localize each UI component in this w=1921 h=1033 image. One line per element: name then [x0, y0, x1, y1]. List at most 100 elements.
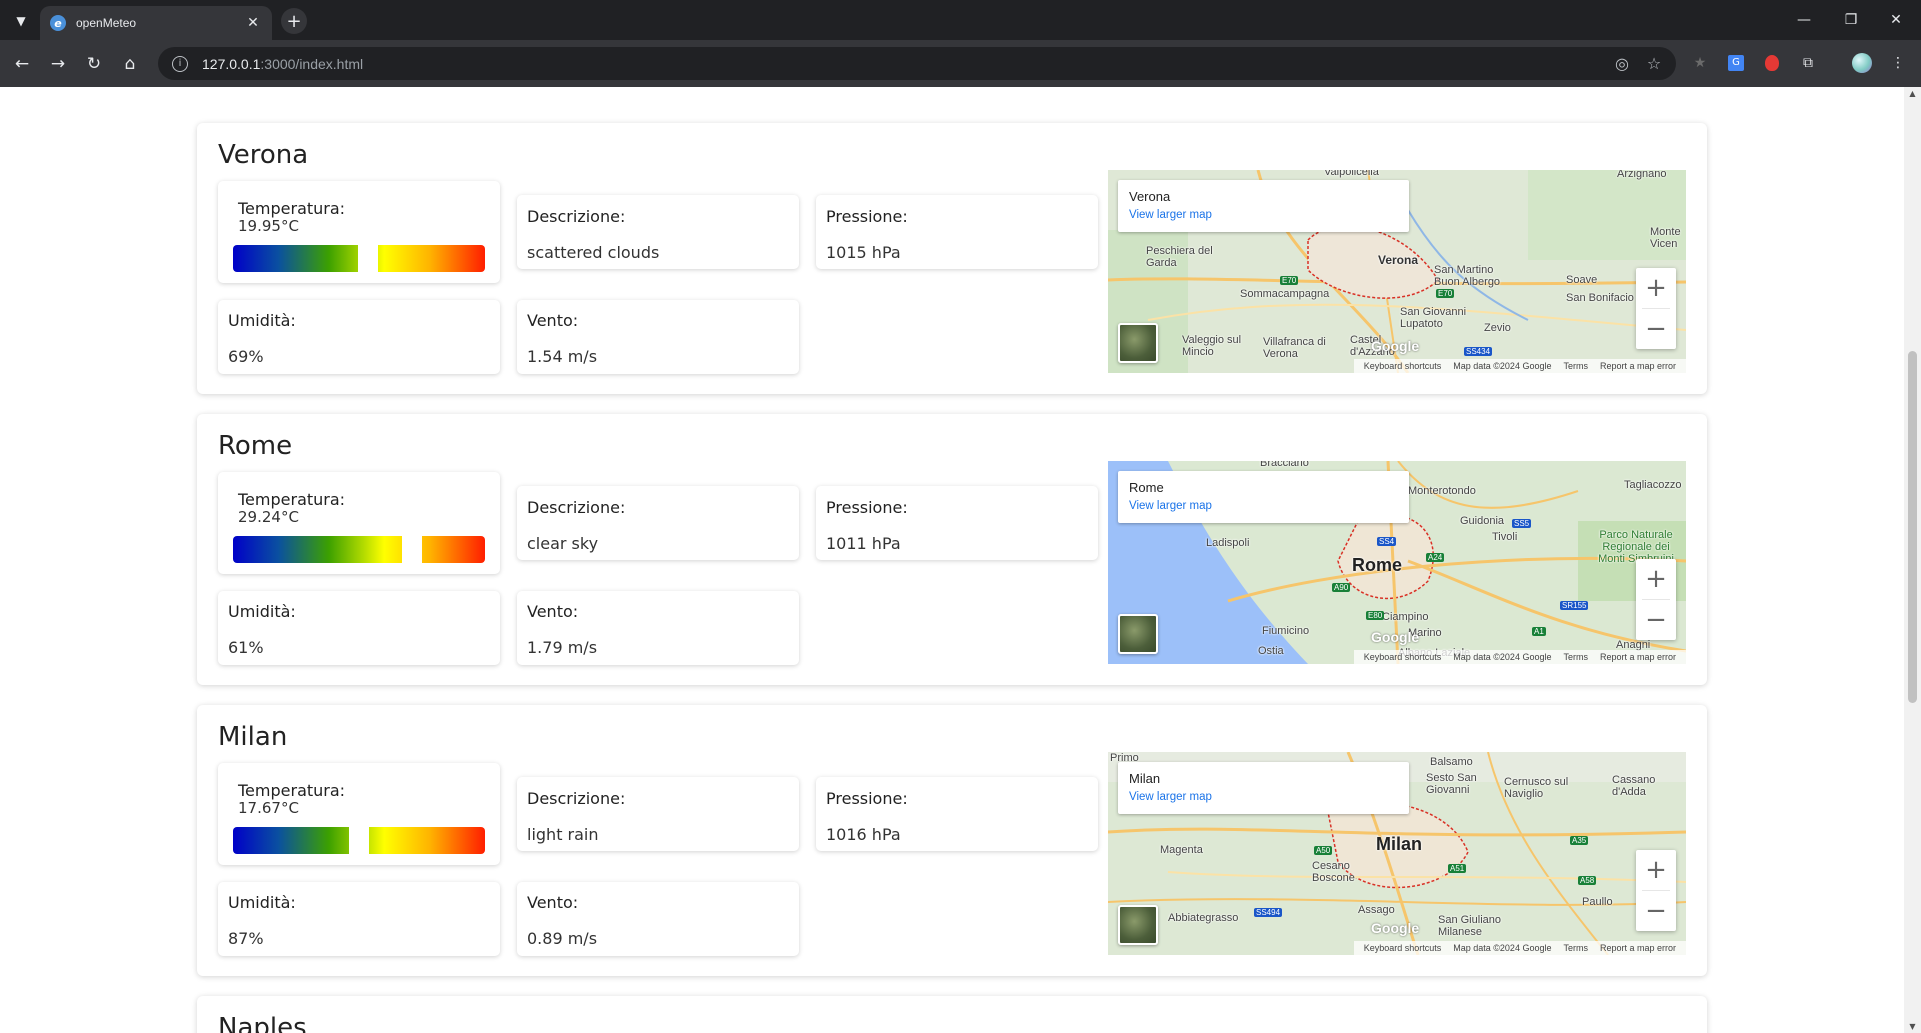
map-embed[interactable]: Bracciano Monterotondo Tagliacozzo Guido…	[1108, 461, 1686, 664]
city-name: Verona	[218, 140, 309, 170]
zoom-out-button[interactable]: −	[1636, 309, 1676, 349]
map-label: Peschiera del Garda	[1146, 245, 1213, 269]
zoom-in-button[interactable]: +	[1636, 559, 1676, 599]
description-value: light rain	[527, 825, 599, 844]
humidity-card: Umidità: 87%	[218, 882, 500, 956]
tab-title: openMeteo	[76, 16, 137, 30]
map-label: Monte Vicen	[1650, 226, 1681, 250]
profile-avatar[interactable]	[1849, 50, 1875, 76]
keyboard-shortcuts-link[interactable]: Keyboard shortcuts	[1364, 361, 1442, 371]
tab-close-icon[interactable]: ✕	[244, 15, 262, 31]
road-shield: SS494	[1254, 908, 1283, 917]
scroll-up-arrow-icon[interactable]: ▲	[1908, 89, 1917, 98]
pressure-label: Pressione:	[826, 789, 908, 808]
scroll-down-arrow-icon[interactable]: ▼	[1908, 1022, 1917, 1031]
wind-value: 0.89 m/s	[527, 929, 598, 948]
scrollbar-thumb[interactable]	[1908, 351, 1917, 703]
humidity-value: 61%	[228, 638, 264, 657]
reload-icon[interactable]: ↻	[80, 50, 108, 78]
city-card-naples: Naples	[197, 996, 1707, 1033]
road-shield: SS434	[1464, 347, 1493, 356]
temperature-marker	[402, 533, 422, 566]
map-zoom-control: + −	[1636, 559, 1676, 640]
tab-search-chevron-icon[interactable]: ▼	[8, 8, 34, 34]
view-larger-map-link[interactable]: View larger map	[1129, 791, 1212, 803]
star-extension-icon[interactable]: ★	[1687, 50, 1713, 76]
back-arrow-icon[interactable]: ←	[8, 50, 36, 78]
pressure-value: 1016 hPa	[826, 825, 901, 844]
report-error-link[interactable]: Report a map error	[1600, 652, 1676, 662]
map-embed[interactable]: Valpolicella Arzignano Monte Vicen Pesch…	[1108, 170, 1686, 373]
address-bar[interactable]: i 127.0.0.1:3000/index.html ◎ ☆	[158, 47, 1676, 80]
temperature-label: Temperatura:	[238, 199, 346, 218]
menu-kebab-icon[interactable]: ⋮	[1885, 50, 1911, 76]
zoom-in-button[interactable]: +	[1636, 268, 1676, 308]
wind-card: Vento: 1.79 m/s	[517, 591, 799, 665]
home-icon[interactable]: ⌂	[116, 50, 144, 78]
map-footer: Keyboard shortcuts Map data ©2024 Google…	[1353, 650, 1686, 664]
zoom-in-button[interactable]: +	[1636, 850, 1676, 890]
report-error-link[interactable]: Report a map error	[1600, 943, 1676, 953]
humidity-card: Umidità: 69%	[218, 300, 500, 374]
forward-arrow-icon[interactable]: →	[44, 50, 72, 78]
new-tab-button[interactable]: +	[281, 8, 307, 34]
zoom-out-button[interactable]: −	[1636, 600, 1676, 640]
terms-link[interactable]: Terms	[1563, 652, 1588, 662]
map-zoom-control: + −	[1636, 850, 1676, 931]
description-card: Descrizione: light rain	[517, 777, 799, 851]
description-label: Descrizione:	[527, 498, 626, 517]
map-place-card: Milan View larger map	[1118, 762, 1409, 814]
map-label: Sesto San Giovanni	[1426, 772, 1477, 796]
map-place-name: Milan	[1129, 771, 1161, 786]
keyboard-shortcuts-link[interactable]: Keyboard shortcuts	[1364, 652, 1442, 662]
map-label: San Martino Buon Albergo	[1434, 264, 1501, 288]
map-zoom-control: + −	[1636, 268, 1676, 349]
zoom-out-button[interactable]: −	[1636, 891, 1676, 931]
keyboard-shortcuts-link[interactable]: Keyboard shortcuts	[1364, 943, 1442, 953]
city-card-milan: Milan Temperatura: 17.67°C Descrizione: …	[197, 705, 1707, 976]
city-name: Naples	[218, 1013, 307, 1033]
map-data-attribution: Map data ©2024 Google	[1453, 361, 1552, 371]
report-error-link[interactable]: Report a map error	[1600, 361, 1676, 371]
site-info-icon[interactable]: i	[172, 55, 188, 72]
bookmark-star-icon[interactable]: ☆	[1642, 54, 1666, 73]
red-extension-icon[interactable]	[1759, 50, 1785, 76]
terms-link[interactable]: Terms	[1563, 361, 1588, 371]
map-label: Monterotondo	[1408, 485, 1476, 497]
terms-link[interactable]: Terms	[1563, 943, 1588, 953]
puzzle-extensions-icon[interactable]: ⧉	[1795, 50, 1821, 76]
wind-label: Vento:	[527, 893, 579, 912]
road-shield: E70	[1436, 289, 1455, 298]
map-data-attribution: Map data ©2024 Google	[1453, 652, 1552, 662]
satellite-toggle-button[interactable]	[1118, 614, 1158, 654]
map-label: Fiumicino	[1262, 625, 1310, 637]
wind-value: 1.79 m/s	[527, 638, 598, 657]
road-shield: SS5	[1512, 519, 1532, 528]
map-label: San Giuliano Milanese	[1438, 914, 1501, 938]
city-card-rome: Rome Temperatura: 29.24°C Descrizione: c…	[197, 414, 1707, 685]
url-text: 127.0.0.1:3000/index.html	[202, 55, 364, 72]
wind-label: Vento:	[527, 311, 579, 330]
browser-tab[interactable]: e openMeteo ✕	[40, 6, 272, 40]
minimize-button[interactable]: —	[1782, 8, 1826, 32]
map-label: San Bonifacio	[1566, 292, 1634, 304]
translate-extension-icon[interactable]: G	[1723, 50, 1749, 76]
view-larger-map-link[interactable]: View larger map	[1129, 209, 1212, 221]
map-embed[interactable]: Primo Balsamo Sesto San Giovanni Cernusc…	[1108, 752, 1686, 955]
map-label: San Giovanni Lupatoto	[1400, 306, 1467, 330]
temperature-value: 17.67°C	[238, 799, 299, 817]
view-larger-map-link[interactable]: View larger map	[1129, 500, 1212, 512]
humidity-value: 69%	[228, 347, 264, 366]
close-window-button[interactable]: ✕	[1874, 8, 1918, 32]
description-label: Descrizione:	[527, 789, 626, 808]
restore-button[interactable]: ❐	[1829, 8, 1873, 32]
humidity-label: Umidità:	[228, 893, 296, 912]
map-label: Paullo	[1582, 896, 1613, 908]
satellite-toggle-button[interactable]	[1118, 905, 1158, 945]
eye-off-icon[interactable]: ◎	[1610, 54, 1634, 73]
page-scrollbar[interactable]: ▲ ▼	[1904, 87, 1921, 1033]
road-shield: E70	[1280, 276, 1299, 285]
wind-value: 1.54 m/s	[527, 347, 598, 366]
temperature-value: 19.95°C	[238, 217, 299, 235]
satellite-toggle-button[interactable]	[1118, 323, 1158, 363]
